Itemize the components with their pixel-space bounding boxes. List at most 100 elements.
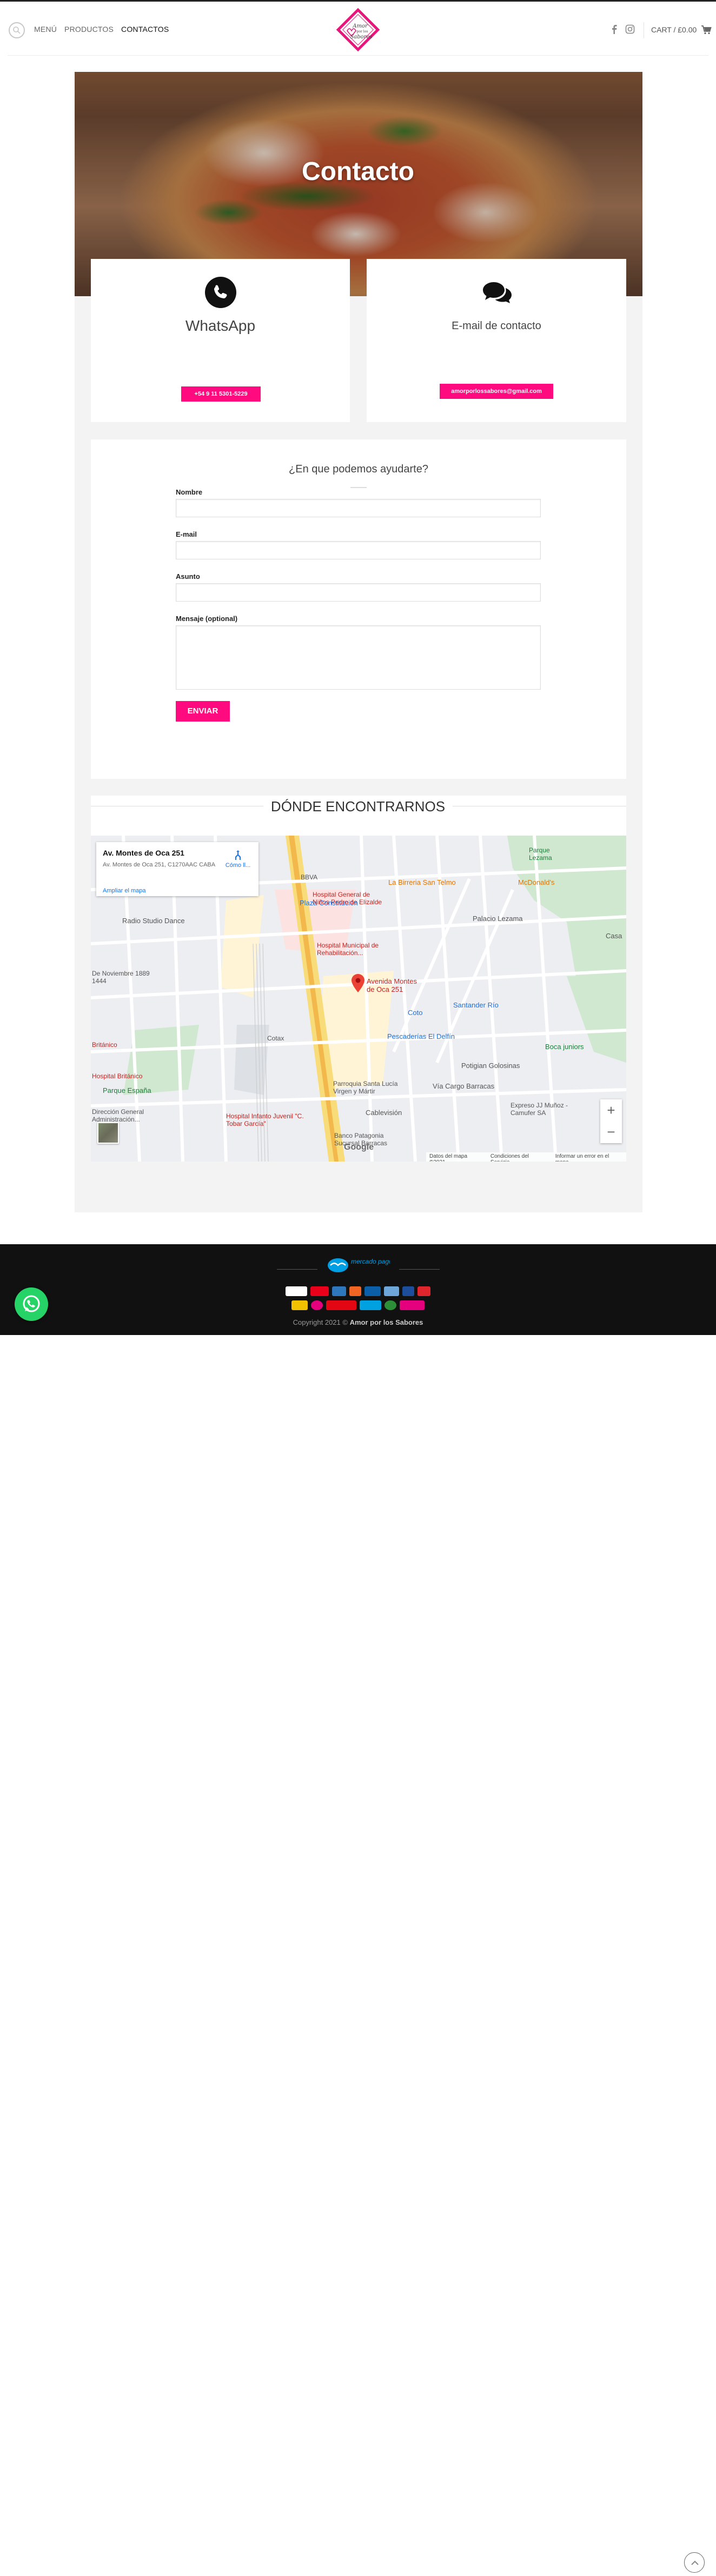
- submit-button[interactable]: ENVIAR: [176, 701, 230, 722]
- map-pin-icon: [352, 974, 364, 992]
- phone-icon: [204, 277, 236, 308]
- map-info-window: Av. Montes de Oca 251 Av. Montes de Oca …: [96, 842, 258, 896]
- cart-icon: [701, 25, 712, 35]
- social-links: [610, 24, 635, 34]
- map-terms-link[interactable]: Condiciones del Servicio: [490, 1153, 549, 1162]
- rapipago-icon: [326, 1300, 356, 1310]
- email-label: E-mail: [176, 530, 197, 538]
- map-info-title: Av. Montes de Oca 251: [103, 849, 184, 857]
- site-footer: mercado pago Copyright 2021 © Amor por l…: [0, 1244, 716, 2573]
- directions-label: Cómo ll...: [225, 862, 251, 869]
- banelco-icon: [400, 1300, 425, 1310]
- enlarge-map-link[interactable]: Ampliar el mapa: [103, 887, 145, 894]
- map-label-santander: Santander Río: [453, 1001, 499, 1009]
- header-separator: [8, 55, 708, 56]
- map-label-potigian: Potigian Golosinas: [461, 1062, 520, 1070]
- back-to-top-button[interactable]: [684, 2552, 705, 2573]
- location-pin[interactable]: [352, 974, 364, 995]
- map-attribution: Datos del mapa ©2021 Condiciones del Ser…: [426, 1152, 626, 1162]
- nav-item-menu[interactable]: MENÚ: [34, 25, 57, 34]
- email-title: E-mail de contacto: [452, 320, 541, 332]
- location-title-text: DÓNDE ENCONTRARNOS: [263, 798, 453, 815]
- zoom-out-button[interactable]: −: [600, 1121, 622, 1143]
- map-label-de-noviembre: De Noviembre 1889 1444: [92, 970, 150, 985]
- nav-item-productos[interactable]: PRODUCTOS: [64, 25, 114, 34]
- instagram-icon[interactable]: [625, 24, 635, 34]
- google-map[interactable]: Plaza Constitución Radio Studio Dance Ho…: [91, 836, 626, 1162]
- whatsapp-float-button[interactable]: [15, 1287, 48, 1321]
- facebook-icon[interactable]: [610, 24, 619, 34]
- mastercard-icon: [310, 1286, 329, 1296]
- visa-icon: [286, 1286, 307, 1296]
- whatsapp-card: WhatsApp +54 9 11 5301-5229: [91, 259, 350, 422]
- map-label-parroquia: Parroquia Santa Lucía Virgen y Mártir: [333, 1080, 398, 1095]
- map-label-birreria: La Birreria San Telmo: [388, 878, 456, 886]
- naranja-icon: [349, 1286, 361, 1296]
- contact-form: ¿En que podemos ayudarte? Nombre E-mail …: [91, 439, 626, 779]
- directions-icon: [235, 850, 241, 860]
- map-label-radio-studio: Radio Studio Dance: [122, 917, 185, 925]
- map-data-credit: Datos del mapa ©2021: [429, 1153, 468, 1162]
- email-address-button[interactable]: amorporlossabores@gmail.com: [440, 384, 553, 399]
- argencard-icon: [402, 1286, 414, 1296]
- zoom-in-button[interactable]: +: [600, 1099, 622, 1121]
- diners-icon: [384, 1286, 399, 1296]
- provincia-net-icon: [360, 1300, 381, 1310]
- form-title: ¿En que podemos ayudarte?: [289, 463, 428, 475]
- map-label-hospital-rehabilitacion: Hospital Municipal de Rehabilitación...: [317, 942, 379, 957]
- name-field[interactable]: [176, 499, 541, 517]
- site-logo[interactable]: Amor por los Sabores: [332, 4, 384, 56]
- map-label-pescaderias: Pescaderías El Delfín: [387, 1032, 455, 1040]
- copyright: Copyright 2021 © Amor por los Sabores: [0, 1318, 716, 1326]
- message-field[interactable]: [176, 625, 541, 690]
- map-label-parque-lezama: Parque Lezama: [529, 846, 552, 862]
- map-report-link[interactable]: Informar un error en el mapa: [555, 1153, 623, 1162]
- whatsapp-title: WhatsApp: [185, 317, 256, 334]
- main-nav: MENÚ PRODUCTOS CONTACTOS: [34, 25, 169, 34]
- svg-text:Amor: Amor: [352, 23, 368, 29]
- message-label: Mensaje (optional): [176, 615, 238, 623]
- map-label-hospital-tobar: Hospital Infanto Juvenil "C. Tobar Garcí…: [226, 1112, 304, 1127]
- mercado-pago-logo: mercado pago: [327, 1255, 393, 1276]
- payment-methods-row-2: [0, 1300, 716, 1310]
- directions-button[interactable]: Cómo ll...: [222, 850, 254, 869]
- cencosud-icon: [291, 1300, 308, 1310]
- map-label-bbva: BBVA: [301, 873, 318, 881]
- svg-text:por los: por los: [357, 30, 368, 34]
- map-label-via-cargo: Vía Cargo Barracas: [433, 1082, 495, 1090]
- map-info-address: Av. Montes de Oca 251, C1270AAC CABA: [103, 862, 216, 868]
- copyright-brand: Amor por los Sabores: [349, 1318, 423, 1326]
- cart-label: CART / £0.00: [651, 25, 697, 34]
- search-icon: [13, 26, 21, 34]
- map-label-mcdonalds: McDonald's: [518, 878, 555, 886]
- chevron-up-icon: [691, 2560, 699, 2565]
- map-label-palacio-lezama: Palacio Lezama: [473, 915, 523, 923]
- amex-icon: [332, 1286, 346, 1296]
- email-field[interactable]: [176, 541, 541, 559]
- map-zoom-controls: + −: [600, 1099, 622, 1143]
- map-label-hospital-elizalde: Hospital General de Niños Pedro de Eliza…: [313, 891, 382, 906]
- map-label-britanico: Británico: [92, 1041, 117, 1049]
- chat-bubbles-icon: [481, 277, 512, 308]
- email-card: E-mail de contacto amorporlossabores@gma…: [367, 259, 626, 422]
- cordial-icon: [311, 1300, 323, 1310]
- mercado-pago-text: mercado pago: [351, 1258, 390, 1265]
- map-label-coto: Coto: [408, 1009, 423, 1017]
- search-button[interactable]: [9, 22, 25, 38]
- payment-methods-row-1: [0, 1286, 716, 1296]
- subject-field[interactable]: [176, 583, 541, 602]
- page-title: Contacto: [302, 157, 414, 186]
- whatsapp-number-button[interactable]: +54 9 11 5301-5229: [181, 386, 261, 402]
- nav-item-contactos[interactable]: CONTACTOS: [121, 25, 169, 34]
- map-label-expreso: Expreso JJ Muñoz - Camufer SA: [511, 1102, 568, 1117]
- map-label-cotax: Cotax: [267, 1035, 284, 1042]
- satellite-toggle[interactable]: [97, 1122, 119, 1144]
- site-header: MENÚ PRODUCTOS CONTACTOS Amor por los Sa…: [0, 2, 716, 56]
- location-title: DÓNDE ENCONTRARNOS: [0, 798, 716, 815]
- cart-link[interactable]: CART / £0.00: [651, 25, 712, 35]
- map-label-casa: Casa: [606, 932, 622, 940]
- link-icon: [384, 1300, 396, 1310]
- name-label: Nombre: [176, 488, 203, 496]
- svg-text:Sabores: Sabores: [350, 34, 372, 40]
- subject-label: Asunto: [176, 572, 200, 580]
